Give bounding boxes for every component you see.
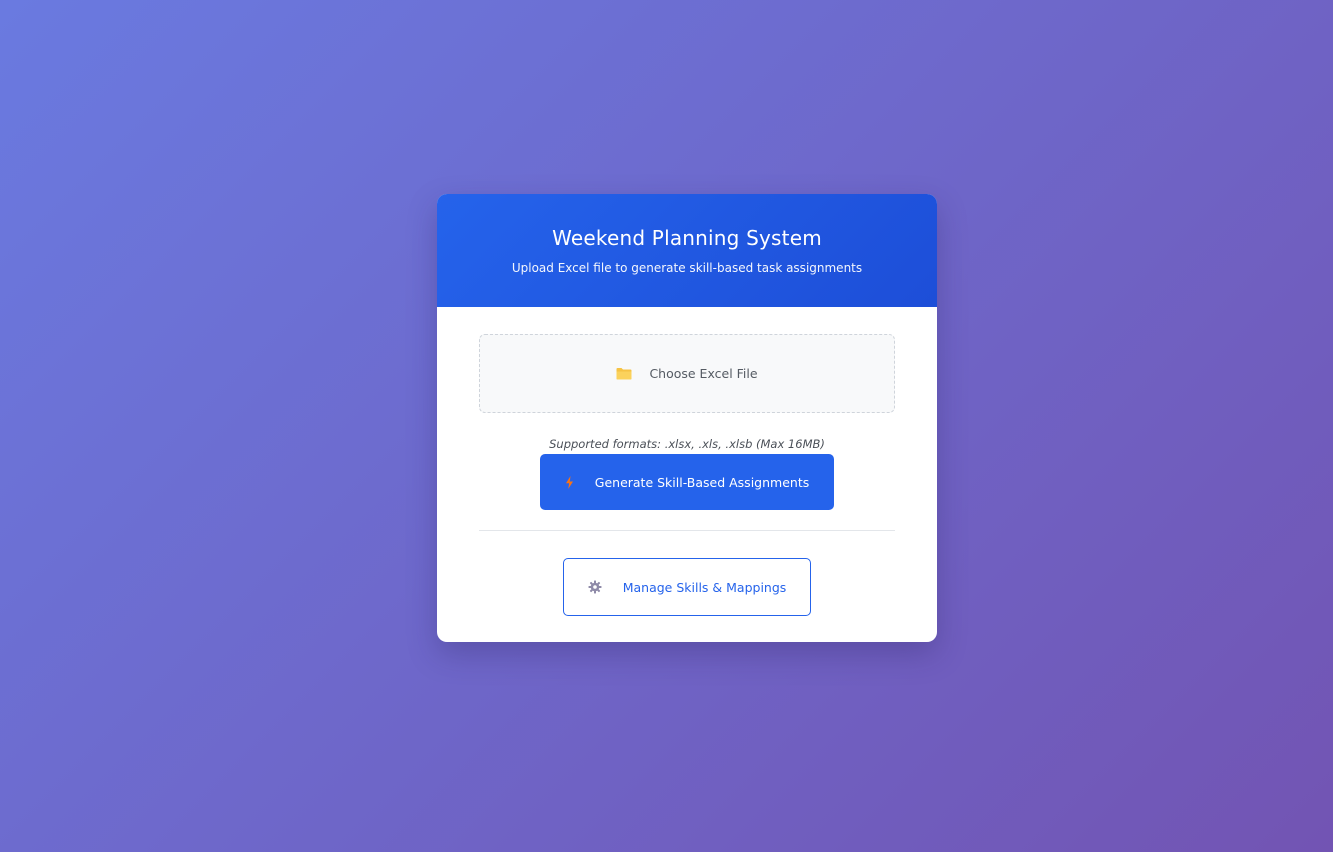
manage-skills-label: Manage Skills & Mappings (622, 579, 787, 595)
gear-icon (588, 580, 602, 594)
folder-icon (616, 367, 632, 380)
choose-file-label: Choose Excel File (649, 366, 758, 381)
card-header: Weekend Planning System Upload Excel fil… (437, 194, 937, 307)
upload-card: Weekend Planning System Upload Excel fil… (437, 194, 937, 642)
page-subtitle: Upload Excel file to generate skill-base… (511, 261, 863, 275)
choose-file-button[interactable]: Choose Excel File (479, 334, 895, 413)
supported-formats-note: Supported formats: .xlsx, .xls, .xlsb (M… (549, 437, 825, 451)
generate-assignments-button[interactable]: Generate Skill-Based Assignments (540, 454, 834, 510)
lightning-bolt-icon (565, 475, 574, 489)
generate-assignments-label: Generate Skill-Based Assignments (594, 474, 810, 490)
card-body: Choose Excel File Supported formats: .xl… (437, 307, 937, 642)
page-title: Weekend Planning System (552, 226, 822, 250)
manage-skills-button[interactable]: Manage Skills & Mappings (563, 558, 811, 616)
section-divider (479, 530, 895, 531)
